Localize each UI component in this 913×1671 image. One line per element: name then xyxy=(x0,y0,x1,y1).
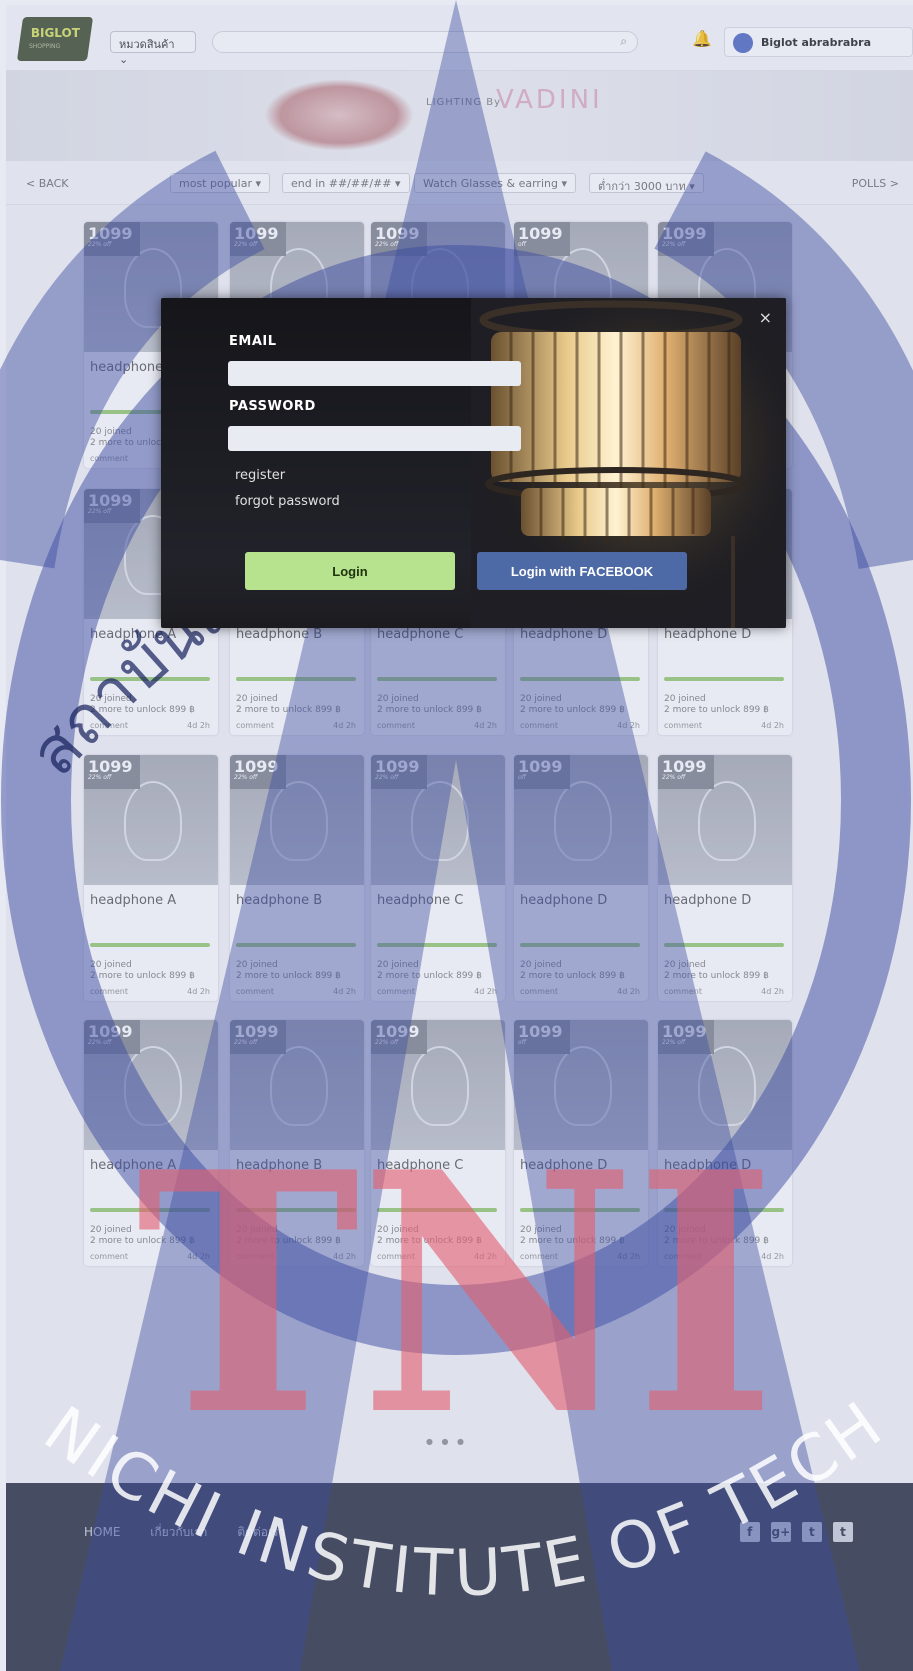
register-link[interactable]: register xyxy=(235,468,285,483)
chandelier-lower-crystals xyxy=(521,488,711,536)
facebook-login-button[interactable]: Login with FACEBOOK xyxy=(477,552,687,590)
tni-watermark: TNI NICHI INSTITUTE OF TECH สถาบันเทคโนโ… xyxy=(0,0,913,1671)
close-icon[interactable]: × xyxy=(759,308,772,327)
watermark-tni-text: TNI xyxy=(136,1100,776,1488)
login-modal: × EMAIL PASSWORD register forgot passwor… xyxy=(161,298,786,628)
password-label: PASSWORD xyxy=(229,399,316,414)
password-field[interactable] xyxy=(228,426,521,451)
email-label: EMAIL xyxy=(229,334,277,349)
page: BIGLOT SHOPPING หมวดสินค้า ⌄ ⌕ 🔔 Biglot … xyxy=(0,0,913,1671)
chandelier-crystals xyxy=(491,332,741,482)
forgot-password-link[interactable]: forgot password xyxy=(235,494,340,509)
login-button[interactable]: Login xyxy=(245,552,455,590)
email-field[interactable] xyxy=(228,361,521,386)
